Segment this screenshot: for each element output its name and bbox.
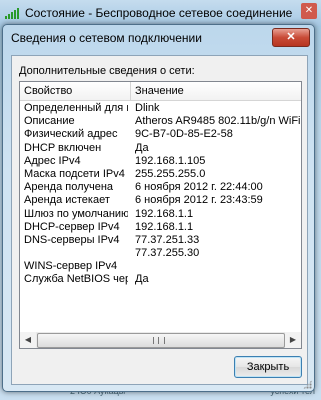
- horizontal-scrollbar[interactable]: ◀ ▶: [19, 332, 302, 349]
- list-row[interactable]: 77.37.255.30: [20, 247, 301, 260]
- row-value: 9C-B7-0D-85-E2-58: [135, 128, 233, 141]
- row-value: 77.37.255.30: [135, 247, 200, 260]
- row-value: 255.255.255.0: [135, 167, 206, 180]
- row-value: 192.168.1.1: [135, 207, 194, 220]
- row-property: Физический адрес: [24, 128, 118, 141]
- list-row[interactable]: Маска подсети IPv4 255.255.255.0: [20, 168, 301, 181]
- list-rows: Определенный для по... Dlink Описание Ather…: [20, 102, 301, 287]
- row-value: Dlink: [135, 102, 160, 114]
- list-header: Свойство Значение: [20, 82, 301, 101]
- row-property: Описание: [24, 115, 75, 128]
- column-header-value[interactable]: Значение: [135, 85, 184, 97]
- row-value: Да: [135, 141, 149, 154]
- dialog-title: Сведения о сетевом подключении: [11, 31, 202, 45]
- list-row[interactable]: Адрес IPv4 192.168.1.105: [20, 155, 301, 168]
- background-close-icon[interactable]: ✕: [301, 3, 317, 19]
- close-button[interactable]: Закрыть: [234, 356, 302, 378]
- list-row[interactable]: Аренда истекает 6 ноября 2012 г. 23:43:59: [20, 194, 301, 207]
- row-property: Маска подсети IPv4: [24, 167, 125, 180]
- row-value: 192.168.1.1: [135, 220, 194, 233]
- list-row[interactable]: Определенный для по... Dlink: [20, 102, 301, 115]
- row-property: Аренда получена: [24, 181, 114, 194]
- column-divider[interactable]: [130, 82, 131, 100]
- row-property: DNS-серверы IPv4: [24, 233, 120, 246]
- row-property: Адрес IPv4: [24, 154, 81, 167]
- row-value: 6 ноября 2012 г. 23:43:59: [135, 194, 263, 207]
- scroll-thumb[interactable]: [37, 333, 285, 348]
- background-titlebar: Состояние - Беспроводное сетевое соедине…: [0, 0, 321, 26]
- wireless-signal-icon: [5, 7, 19, 19]
- scroll-left-icon[interactable]: ◀: [20, 332, 36, 348]
- list-row[interactable]: Физический адрес 9C-B7-0D-85-E2-58: [20, 128, 301, 141]
- row-value: Atheros AR9485 802.11b/g/n WiFi Adapt: [135, 115, 301, 128]
- details-label: Дополнительные сведения о сети:: [19, 65, 195, 77]
- list-row[interactable]: DHCP включен Да: [20, 142, 301, 155]
- row-property: Определенный для по...: [24, 102, 128, 114]
- list-row[interactable]: DHCP-сервер IPv4 192.168.1.1: [20, 221, 301, 234]
- row-value: Да: [135, 273, 149, 286]
- row-property: DHCP-сервер IPv4: [24, 220, 120, 233]
- scroll-right-icon[interactable]: ▶: [285, 332, 301, 348]
- row-property: Служба NetBIOS через...: [24, 273, 128, 286]
- background-window-title: Состояние - Беспроводное сетевое соедине…: [25, 6, 293, 20]
- list-row[interactable]: DNS-серверы IPv4 77.37.251.33: [20, 234, 301, 247]
- list-row[interactable]: Шлюз по умолчанию IP... 192.168.1.1: [20, 208, 301, 221]
- row-property: Шлюз по умолчанию IP...: [24, 207, 128, 220]
- row-value: 77.37.251.33: [135, 233, 200, 246]
- column-header-property[interactable]: Свойство: [24, 85, 72, 97]
- row-property: DHCP включен: [24, 141, 102, 154]
- list-row[interactable]: Описание Atheros AR9485 802.11b/g/n WiFi …: [20, 115, 301, 128]
- list-row[interactable]: Аренда получена 6 ноября 2012 г. 22:44:00: [20, 181, 301, 194]
- row-value: 192.168.1.105: [135, 154, 206, 167]
- list-row[interactable]: Служба NetBIOS через... Да: [20, 273, 301, 286]
- row-property: Аренда истекает: [24, 194, 110, 207]
- dialog-close-icon[interactable]: ✕: [272, 28, 310, 47]
- scroll-grip-icon: [153, 337, 165, 344]
- row-value: 6 ноября 2012 г. 22:44:00: [135, 181, 263, 194]
- row-property: WINS-сервер IPv4: [24, 260, 118, 273]
- dialog-body: Дополнительные сведения о сети: Свойство…: [11, 55, 308, 385]
- list-row[interactable]: WINS-сервер IPv4: [20, 260, 301, 273]
- network-details-dialog: Сведения о сетевом подключении ✕ Дополни…: [2, 24, 315, 392]
- details-list[interactable]: Свойство Значение Определенный для по...…: [19, 81, 302, 333]
